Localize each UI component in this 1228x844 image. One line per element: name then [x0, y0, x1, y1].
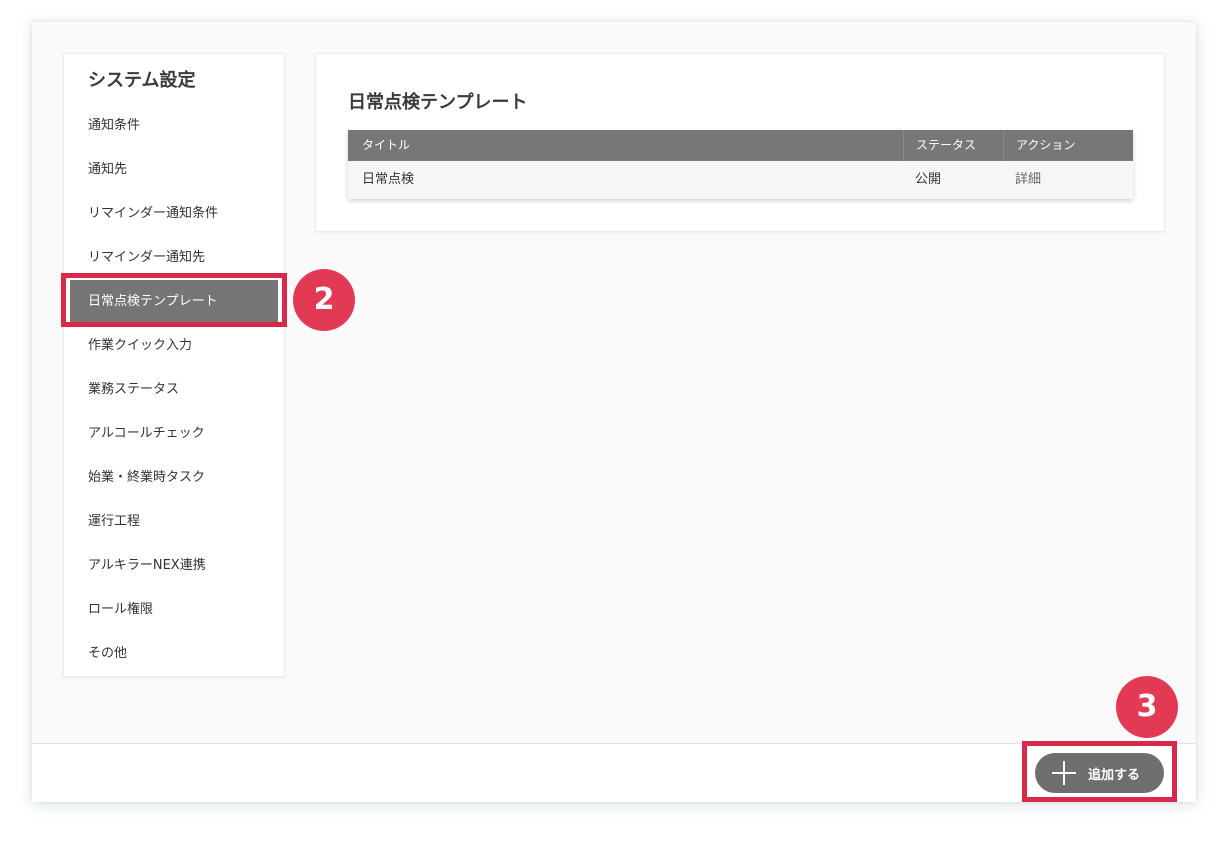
sidebar-item-alcohol-check[interactable]: アルコールチェック — [64, 412, 284, 456]
sidebar-item-other[interactable]: その他 — [64, 632, 284, 676]
column-header-action: アクション — [1003, 130, 1133, 161]
highlight-box-sidebar-item — [61, 273, 287, 327]
step-badge-3: 3 — [1116, 676, 1178, 738]
sidebar-item-notification-conditions[interactable]: 通知条件 — [64, 104, 284, 148]
row-title: 日常点検 — [362, 172, 415, 187]
table-header: タイトル ステータス アクション — [348, 130, 1133, 161]
table-row: 日常点検 公開 詳細 — [348, 161, 1133, 199]
sidebar-item-operation-process[interactable]: 運行工程 — [64, 500, 284, 544]
sidebar-title: システム設定 — [88, 70, 196, 91]
settings-sidebar: システム設定 通知条件 通知先 リマインダー通知条件 リマインダー通知先 日常点… — [63, 53, 285, 677]
sidebar-item-alkiller-nex[interactable]: アルキラーNEX連携 — [64, 544, 284, 588]
sidebar-item-role-permissions[interactable]: ロール権限 — [64, 588, 284, 632]
sidebar-item-notification-destinations[interactable]: 通知先 — [64, 148, 284, 192]
row-status: 公開 — [915, 172, 942, 187]
step-badge-2: 2 — [293, 269, 355, 331]
column-header-title: タイトル — [362, 138, 411, 152]
sidebar-menu: 通知条件 通知先 リマインダー通知条件 リマインダー通知先 日常点検テンプレート… — [64, 104, 284, 676]
template-table: タイトル ステータス アクション 日常点検 公開 詳細 — [348, 130, 1133, 199]
row-detail-link[interactable]: 詳細 — [1003, 161, 1133, 199]
column-header-status: ステータス — [903, 130, 1003, 161]
sidebar-item-start-end-tasks[interactable]: 始業・終業時タスク — [64, 456, 284, 500]
sidebar-item-reminder-conditions[interactable]: リマインダー通知条件 — [64, 192, 284, 236]
highlight-box-add-button — [1022, 741, 1177, 802]
sidebar-item-quick-work-input[interactable]: 作業クイック入力 — [64, 324, 284, 368]
settings-window: システム設定 通知条件 通知先 リマインダー通知条件 リマインダー通知先 日常点… — [32, 22, 1196, 802]
page-title: 日常点検テンプレート — [348, 92, 528, 113]
sidebar-item-business-status[interactable]: 業務ステータス — [64, 368, 284, 412]
template-list-card: 日常点検テンプレート タイトル ステータス アクション 日常点検 公開 詳細 — [315, 53, 1165, 232]
